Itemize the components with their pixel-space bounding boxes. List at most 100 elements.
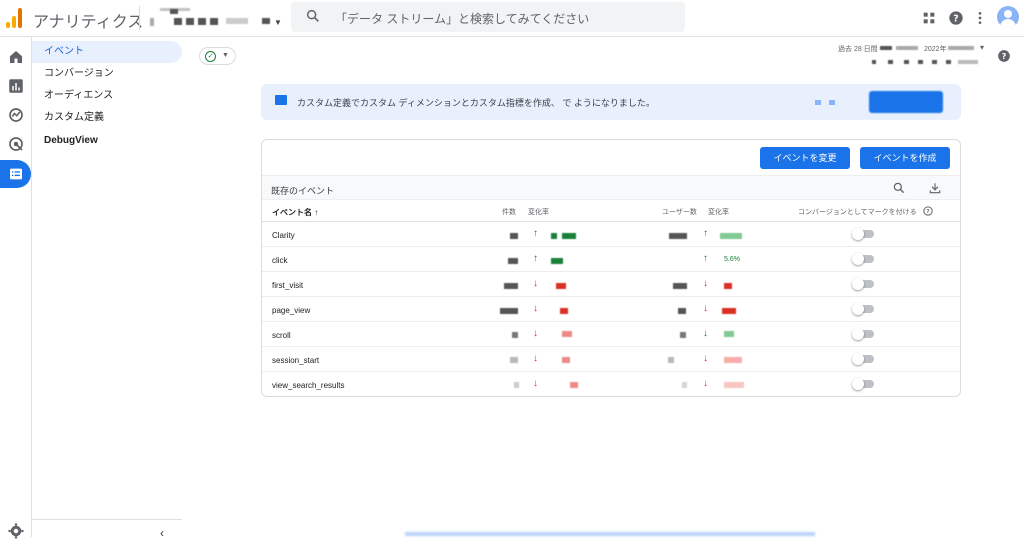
redacted-count xyxy=(508,258,518,264)
redacted-users xyxy=(680,332,686,338)
column-event-name[interactable]: イベント名 ↑ xyxy=(272,207,318,218)
download-icon[interactable] xyxy=(928,181,942,195)
redacted-change xyxy=(562,331,572,337)
search-icon xyxy=(306,9,319,22)
redacted-change xyxy=(560,308,568,314)
redacted-user-change xyxy=(720,233,742,239)
chevron-down-icon: ▼ xyxy=(222,52,229,59)
help-icon[interactable]: ? xyxy=(948,10,964,26)
event-name[interactable]: Clarity xyxy=(272,231,295,240)
search-icon[interactable] xyxy=(892,181,906,195)
avatar[interactable] xyxy=(997,6,1019,28)
conversion-toggle[interactable] xyxy=(852,253,874,265)
date-range-picker[interactable]: 過去 28 日間 2022年 ▾ xyxy=(838,43,988,72)
trend-up-icon: ↑ xyxy=(533,253,538,264)
column-user-change-rate[interactable]: 変化率 xyxy=(708,207,729,217)
advertising-icon[interactable] xyxy=(7,135,25,153)
configure-active-indicator[interactable] xyxy=(0,160,31,188)
svg-text:?: ? xyxy=(926,209,929,215)
trend-down-icon: ↓ xyxy=(703,303,708,314)
redacted-count xyxy=(500,308,518,314)
decorative-dot xyxy=(815,100,821,105)
trend-up-icon: ↑ xyxy=(703,228,708,239)
modify-event-button[interactable]: イベントを変更 xyxy=(760,147,850,169)
events-card: イベントを変更 イベントを作成 既存のイベント イベント名 ↑ 件数 変化率 ユ… xyxy=(261,139,961,397)
redacted-user-change xyxy=(724,382,744,388)
banner-action-button[interactable] xyxy=(869,91,943,113)
redacted-change xyxy=(570,382,578,388)
announcement-icon xyxy=(275,95,287,105)
event-name[interactable]: scroll xyxy=(272,331,291,340)
explore-icon[interactable] xyxy=(7,106,25,124)
sidebar-item-audiences[interactable]: オーディエンス xyxy=(32,85,182,107)
conversion-toggle[interactable] xyxy=(852,378,874,390)
trend-down-icon: ↓ xyxy=(533,353,538,364)
svg-text:?: ? xyxy=(1002,51,1007,61)
date-dropdown-icon: ▾ xyxy=(980,43,985,52)
table-row[interactable]: session_start ↓ ↓ xyxy=(262,347,960,372)
table-row[interactable]: Clarity ↑ ↑ xyxy=(262,222,960,247)
app-title: アナリティクス xyxy=(33,14,144,31)
search-placeholder: 「データ ストリーム」と検索してみてください xyxy=(335,12,590,26)
footer-links[interactable] xyxy=(405,532,815,536)
conversion-toggle[interactable] xyxy=(852,353,874,365)
search-bar[interactable]: 「データ ストリーム」と検索してみてください xyxy=(291,2,685,32)
conversion-toggle[interactable] xyxy=(852,228,874,240)
column-count[interactable]: 件数 xyxy=(502,207,516,217)
event-name[interactable]: session_start xyxy=(272,356,319,365)
data-status-chip[interactable]: ✓ ▼ xyxy=(199,47,236,65)
sidebar-item-debugview[interactable]: DebugView xyxy=(32,130,182,152)
event-name[interactable]: page_view xyxy=(272,306,310,315)
divider xyxy=(32,519,182,520)
conversion-toggle[interactable] xyxy=(852,328,874,340)
help-icon[interactable]: ? xyxy=(997,49,1011,63)
date-range-prefix: 過去 28 日間 xyxy=(838,46,878,53)
trend-down-icon: ↓ xyxy=(703,378,708,389)
redacted-users xyxy=(673,283,687,289)
home-icon[interactable] xyxy=(7,48,25,66)
column-change-rate[interactable]: 変化率 xyxy=(528,207,549,217)
table-header: イベント名 ↑ 件数 変化率 ユーザー数 変化率 コンバージョンとしてマークを付… xyxy=(262,200,960,222)
sidebar-item-conversions[interactable]: コンバージョン xyxy=(32,63,182,85)
table-row[interactable]: click ↑ ↑ 5.6% xyxy=(262,247,960,272)
account-dropdown-icon: ▼ xyxy=(274,18,282,27)
create-event-button[interactable]: イベントを作成 xyxy=(860,147,950,169)
table-row[interactable]: page_view ↓ ↓ xyxy=(262,297,960,322)
conversion-toggle[interactable] xyxy=(852,278,874,290)
trend-down-icon: ↓ xyxy=(533,303,538,314)
redacted-count xyxy=(510,357,518,363)
help-icon[interactable]: ? xyxy=(923,206,933,216)
sidebar-item-events[interactable]: イベント xyxy=(32,41,182,63)
section-title: 既存のイベント xyxy=(271,186,335,196)
redacted-change xyxy=(556,283,566,289)
event-name[interactable]: view_search_results xyxy=(272,381,344,390)
top-app-bar: アナリティクス ▼ 「データ ストリーム」と検索してみてください ? xyxy=(0,0,1024,37)
trend-down-icon: ↓ xyxy=(703,278,708,289)
redacted-users xyxy=(678,308,686,314)
redacted-count xyxy=(514,382,519,388)
table-row[interactable]: first_visit ↓ ↓ xyxy=(262,272,960,297)
trend-down-icon: ↓ xyxy=(533,378,538,389)
table-row[interactable]: scroll ↓ ↓ xyxy=(262,322,960,347)
sidebar-item-custom-definitions[interactable]: カスタム定義 xyxy=(32,107,182,129)
reports-icon[interactable] xyxy=(7,77,25,95)
user-change-rate: 5.6% xyxy=(724,256,740,263)
redacted-change xyxy=(562,233,576,239)
redacted-count xyxy=(512,332,518,338)
event-name[interactable]: click xyxy=(272,256,288,265)
column-users[interactable]: ユーザー数 xyxy=(662,207,697,217)
redacted-count xyxy=(510,233,518,239)
apps-grid-icon[interactable] xyxy=(921,10,937,26)
event-name[interactable]: first_visit xyxy=(272,281,303,290)
table-row[interactable]: view_search_results ↓ ↓ xyxy=(262,372,960,397)
account-selector[interactable]: ▼ xyxy=(150,4,285,32)
svg-text:?: ? xyxy=(953,13,958,24)
redacted-user-change xyxy=(724,331,734,337)
trend-down-icon: ↓ xyxy=(703,353,708,364)
conversion-toggle[interactable] xyxy=(852,303,874,315)
analytics-logo-icon[interactable] xyxy=(6,8,24,28)
settings-gear-icon[interactable] xyxy=(7,522,25,540)
trend-up-icon: ↑ xyxy=(533,228,538,239)
more-vert-icon[interactable] xyxy=(972,10,988,26)
collapse-nav-icon[interactable]: ‹ xyxy=(160,526,164,540)
